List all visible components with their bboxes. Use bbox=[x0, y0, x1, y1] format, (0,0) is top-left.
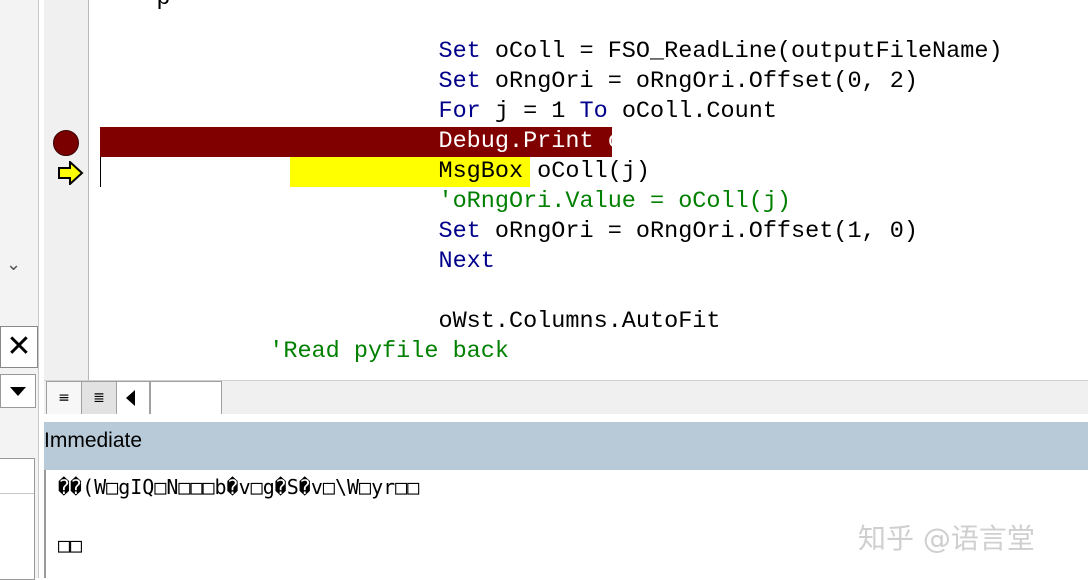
code-window-footer: ≡ ≣ bbox=[44, 380, 1088, 415]
code-line[interactable]: 'Read pyfile back bbox=[100, 337, 509, 367]
keyword: Set bbox=[438, 218, 481, 245]
current-statement-line[interactable]: MsgBox oColl(j) bbox=[100, 157, 650, 187]
keyword: Set bbox=[438, 38, 481, 65]
code-line[interactable]: Next bbox=[100, 247, 495, 277]
code-text: oWst.Columns.AutoFit bbox=[438, 308, 721, 335]
code-text: p bbox=[100, 0, 170, 12]
code-line[interactable]: For j = 1 To oColl.Count bbox=[100, 97, 776, 127]
comment-text: 'oRngOri.Value = oColl(j) bbox=[438, 188, 792, 215]
left-pane: ⌄ ✕ bbox=[0, 0, 39, 580]
code-line[interactable]: p bbox=[100, 0, 170, 14]
code-window[interactable]: p Set oColl = FSO_ReadLine(outputFileNam… bbox=[44, 0, 1088, 380]
scroll-left-icon[interactable] bbox=[116, 381, 150, 415]
chevron-down-icon[interactable]: ⌄ bbox=[6, 254, 21, 275]
output-line: □□ bbox=[58, 533, 83, 557]
comment-text: 'Read pyfile back bbox=[269, 338, 509, 365]
keyword: Set bbox=[438, 68, 481, 95]
procedure-view-button[interactable]: ≡ bbox=[46, 381, 82, 415]
code-line[interactable]: 'oRngOri.Value = oColl(j) bbox=[100, 187, 791, 217]
breakpoint-code-line[interactable]: Debug.Print oColl(j) bbox=[100, 127, 721, 157]
code-line[interactable]: Set oRngOri = oRngOri.Offset(0, 2) bbox=[100, 67, 917, 97]
keyword: To bbox=[579, 98, 608, 125]
immediate-title: Immediate bbox=[44, 429, 143, 452]
properties-list bbox=[0, 458, 35, 580]
output-line: ��(W□gIQ□N□□□b�v□g�S�v□\W□yr□□ bbox=[58, 475, 420, 499]
execution-arrow-icon bbox=[58, 161, 84, 185]
horizontal-scrollbar[interactable] bbox=[150, 381, 222, 415]
keyword: For bbox=[438, 98, 481, 125]
code-text: oColl(j) bbox=[593, 128, 721, 155]
divider bbox=[0, 493, 34, 494]
watermark: 知乎 @语言堂 bbox=[858, 522, 1035, 555]
code-text: MsgBox oColl(j) bbox=[438, 158, 651, 185]
breakpoint-icon[interactable] bbox=[53, 130, 79, 156]
dropdown-arrow-icon[interactable] bbox=[0, 374, 36, 408]
margin-indicator-bar[interactable] bbox=[44, 0, 89, 380]
immediate-title-bar[interactable]: Immediate bbox=[44, 422, 1088, 470]
full-module-view-button[interactable]: ≣ bbox=[81, 381, 117, 415]
keyword: Next bbox=[438, 248, 495, 275]
code-line[interactable]: oWst.Columns.AutoFit bbox=[100, 307, 721, 337]
code-text: Debug.Print bbox=[438, 128, 594, 155]
code-line[interactable]: Set oColl = FSO_ReadLine(outputFileName) bbox=[100, 37, 1002, 67]
code-line[interactable]: Set oRngOri = oRngOri.Offset(1, 0) bbox=[100, 217, 917, 247]
close-icon[interactable]: ✕ bbox=[0, 326, 38, 368]
